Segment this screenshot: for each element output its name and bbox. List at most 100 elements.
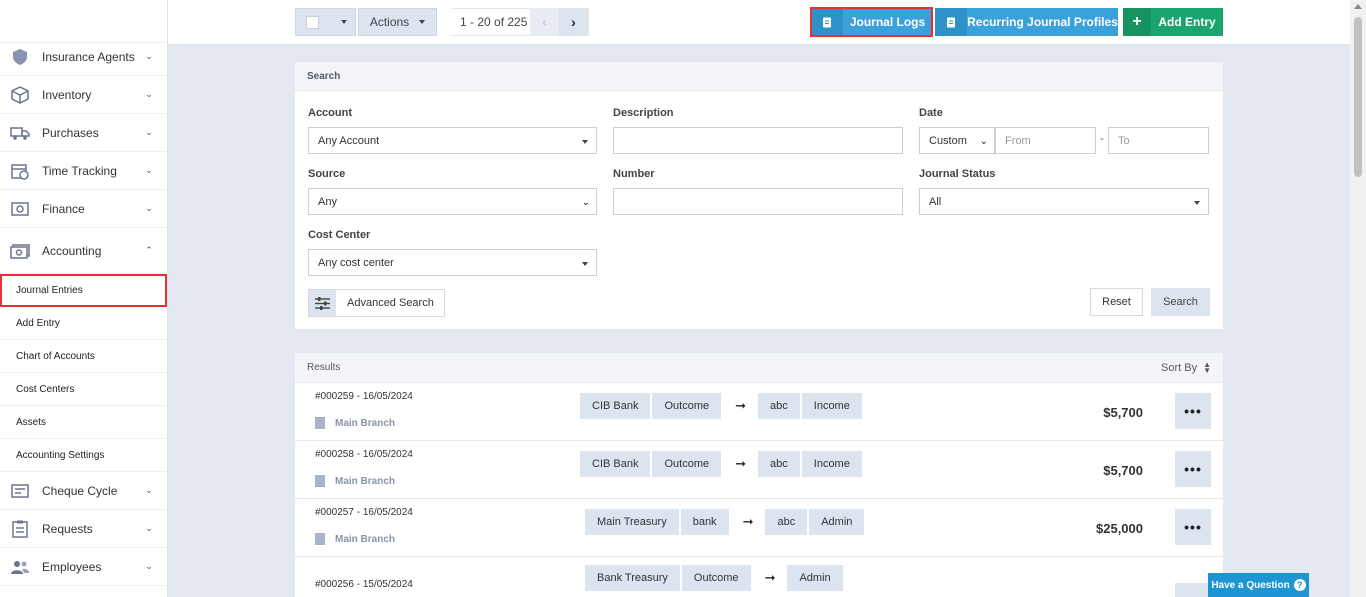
date-mode-select[interactable]: Custom ⌄ — [919, 127, 995, 154]
entry-amount: $25,000 — [1096, 521, 1143, 536]
sidebar: Insurance Agents ⌄ Inventory ⌄ Purchases… — [0, 0, 168, 597]
to-type-chip: Admin — [809, 509, 865, 535]
search-panel: Search Account Any Account Description D… — [295, 62, 1223, 329]
entry-branch: Main Branch — [315, 417, 395, 429]
calendar-clock-icon — [10, 162, 30, 180]
table-row[interactable]: #000259 - 16/05/2024 Main Branch CIB Ban… — [295, 383, 1223, 441]
plus-icon: + — [1123, 8, 1151, 36]
recurring-label: Recurring Journal Profiles — [967, 15, 1118, 29]
sidebar-item-employees[interactable]: Employees ⌄ — [0, 548, 167, 586]
sidebar-subitem-assets[interactable]: Assets — [0, 406, 167, 439]
sidebar-item-time-tracking[interactable]: Time Tracking ⌄ — [0, 152, 167, 190]
cost-center-select[interactable]: Any cost center — [308, 249, 597, 276]
sidebar-item-cheque-cycle[interactable]: Cheque Cycle ⌄ — [0, 472, 167, 510]
entry-amount: $5,700 — [1103, 463, 1143, 478]
to-type-chip: Income — [801, 393, 862, 419]
sort-by-button[interactable]: Sort By ▲ ▼ — [1161, 360, 1211, 374]
add-entry-label: Add Entry — [1158, 15, 1216, 29]
account-value: Any Account — [318, 134, 380, 147]
sidebar-item-requests[interactable]: Requests ⌄ — [0, 510, 167, 548]
arrow-right-icon: ➞ — [735, 398, 747, 413]
add-entry-button[interactable]: + Add Entry — [1123, 8, 1223, 36]
sidebar-item-label: Employees — [42, 559, 102, 574]
table-row[interactable]: #000257 - 16/05/2024 Main Branch Main Tr… — [295, 499, 1223, 557]
entry-number: #000259 - 16/05/2024 — [315, 391, 413, 402]
sidebar-item-label: Requests — [42, 521, 93, 536]
recurring-journal-profiles-button[interactable]: Recurring Journal Profiles — [935, 8, 1118, 36]
scroll-up-arrow-icon[interactable] — [1354, 4, 1362, 9]
sidebar-item-inventory[interactable]: Inventory ⌄ — [0, 76, 167, 114]
caret-down-icon — [419, 20, 426, 24]
sort-by-label: Sort By — [1161, 361, 1198, 374]
journal-status-select[interactable]: All — [919, 188, 1209, 215]
more-actions-button[interactable]: ••• — [1175, 509, 1211, 545]
top-toolbar: Actions 1 - 20 of 225 ‹ › Journal Logs R… — [168, 0, 1350, 45]
sidebar-item-insurance-agents[interactable]: Insurance Agents ⌄ — [0, 38, 167, 76]
date-from-input[interactable]: From — [995, 127, 1096, 154]
date-label: Date — [919, 107, 943, 119]
bulk-select-dropdown[interactable] — [295, 8, 356, 36]
number-input[interactable] — [613, 188, 903, 215]
sidebar-subitem-accounting-settings[interactable]: Accounting Settings — [0, 439, 167, 472]
chevron-down-icon: ⌄ — [145, 127, 153, 137]
sidebar-subitem-chart-of-accounts[interactable]: Chart of Accounts — [0, 340, 167, 373]
sidebar-item-accounting[interactable]: Accounting ⌃ — [0, 228, 167, 274]
journal-logs-button[interactable]: Journal Logs — [810, 7, 933, 37]
scrollbar-thumb[interactable] — [1354, 17, 1362, 177]
chevron-down-icon: ⌄ — [145, 89, 153, 99]
caret-down-icon — [1194, 201, 1200, 205]
arrow-right-icon: ➞ — [742, 514, 754, 529]
source-select[interactable]: Any ⌄ — [308, 188, 597, 215]
branch-name: Main Branch — [335, 533, 396, 545]
sidebar-subitem-journal-entries[interactable]: Journal Entries — [0, 274, 167, 307]
chevron-down-icon: ⌄ — [145, 485, 153, 495]
date-from-placeholder: From — [1005, 134, 1031, 147]
chevron-down-icon: ⌄ — [145, 165, 153, 175]
advanced-search-button[interactable]: Advanced Search — [308, 289, 445, 317]
table-row[interactable]: #000258 - 16/05/2024 Main Branch CIB Ban… — [295, 441, 1223, 499]
chevron-down-icon: ⌄ — [581, 197, 590, 208]
chevron-down-icon: ⌄ — [145, 561, 153, 571]
pagination: 1 - 20 of 225 ‹ › — [451, 8, 589, 36]
box-icon — [10, 85, 30, 104]
sliders-icon — [309, 290, 336, 316]
number-label: Number — [613, 168, 655, 180]
results-panel: Results Sort By ▲ ▼ #000259 - 16/05/2024 … — [295, 353, 1223, 597]
entry-number: #000258 - 16/05/2024 — [315, 449, 413, 460]
search-button[interactable]: Search — [1151, 288, 1210, 316]
arrow-right-icon: ➞ — [764, 570, 776, 585]
sidebar-header — [0, 0, 167, 43]
building-icon — [315, 417, 325, 429]
chevron-down-icon: ⌄ — [145, 523, 153, 533]
sidebar-item-purchases[interactable]: Purchases ⌄ — [0, 114, 167, 152]
next-page-button[interactable]: › — [559, 8, 588, 36]
have-a-question-button[interactable]: Have a Question ? — [1208, 573, 1309, 597]
branch-name: Main Branch — [335, 475, 396, 487]
caret-down-icon — [582, 140, 588, 144]
more-actions-button[interactable]: ••• — [1175, 393, 1211, 429]
actions-dropdown[interactable]: Actions — [358, 8, 437, 36]
entry-number: #000256 - 15/05/2024 — [315, 579, 413, 590]
page-scrollbar[interactable] — [1350, 0, 1366, 597]
from-account-chip: CIB Bank — [580, 451, 651, 477]
prev-page-button[interactable]: ‹ — [530, 8, 559, 36]
journal-logs-label: Journal Logs — [849, 15, 926, 29]
sidebar-item-label: Inventory — [42, 87, 92, 102]
table-row[interactable]: #000256 - 15/05/2024 Bank Treasury Outco… — [295, 557, 1223, 597]
to-account-chip: abc — [765, 509, 808, 535]
reset-button[interactable]: Reset — [1090, 288, 1143, 316]
sidebar-subitem-add-entry[interactable]: Add Entry — [0, 307, 167, 340]
arrow-right-icon: ➞ — [735, 456, 747, 471]
sidebar-subitem-cost-centers[interactable]: Cost Centers — [0, 373, 167, 406]
description-input[interactable] — [613, 127, 903, 154]
to-type-chip: Income — [801, 451, 862, 477]
more-actions-button[interactable]: ••• — [1175, 451, 1211, 487]
account-select[interactable]: Any Account — [308, 127, 597, 154]
cash-icon — [10, 242, 30, 260]
select-all-checkbox[interactable] — [306, 15, 319, 29]
sidebar-item-finance[interactable]: Finance ⌄ — [0, 190, 167, 228]
date-to-input[interactable]: To — [1108, 127, 1209, 154]
entry-flow: Main Treasury bank ➞ abc Admin — [585, 509, 866, 535]
more-actions-button[interactable]: ••• — [1175, 583, 1211, 597]
from-type-chip: Outcome — [652, 393, 722, 419]
